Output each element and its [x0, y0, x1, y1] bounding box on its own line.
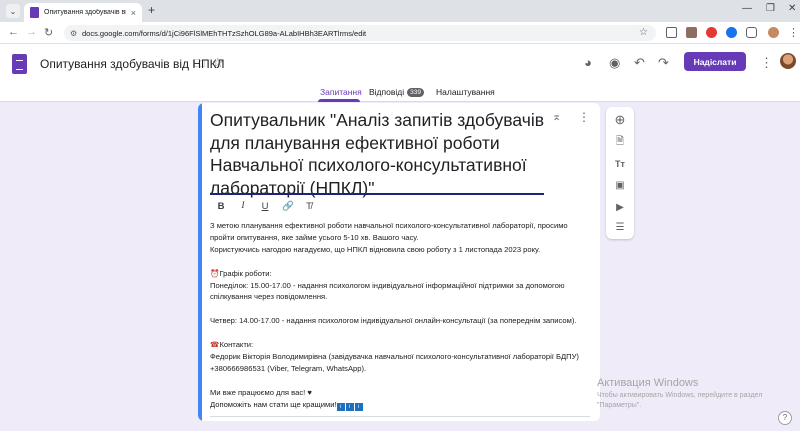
browser-tab[interactable]: Опитування здобувачів від Н ×	[24, 3, 142, 22]
extensions-puzzle-icon[interactable]	[746, 27, 757, 38]
form-tabs: Запитання Відповіді 339 Налаштування	[0, 86, 800, 102]
form-title-input[interactable]: Опитувальник "Аналіз запитів здобувачів …	[210, 109, 550, 199]
send-button[interactable]: Надіслати	[684, 52, 746, 71]
url-text: docs.google.com/forms/d/1jCi96FlSlMEhTHT…	[82, 28, 367, 38]
underline-button[interactable]: U	[260, 201, 270, 212]
minimize-button[interactable]: —	[742, 3, 752, 14]
maximize-button[interactable]: ❐	[766, 3, 775, 14]
info-emoji-icon: i	[345, 402, 354, 411]
import-questions-icon[interactable]: 🗎	[613, 135, 627, 149]
clear-formatting-icon[interactable]: T̸	[304, 201, 314, 212]
schedule-heading-line: ⏰Графік роботи:	[210, 268, 592, 280]
contacts-heading: Контакти:	[219, 340, 254, 350]
bookmark-star-icon[interactable]: ☆	[639, 27, 648, 38]
active-card-indicator	[198, 103, 202, 421]
pdf-extension-icon[interactable]	[706, 27, 717, 38]
forms-logo-icon[interactable]	[12, 54, 27, 74]
customize-theme-icon[interactable]: ◕	[584, 55, 592, 70]
translate-extension-icon[interactable]	[726, 27, 737, 38]
bold-button[interactable]: B	[216, 201, 226, 212]
add-section-icon[interactable]: ☰	[613, 221, 627, 235]
format-toolbar: B I U 🔗 T̸	[216, 199, 314, 213]
schedule-heading: Графік роботи:	[219, 268, 272, 278]
screenshot-extension-icon[interactable]	[666, 27, 677, 38]
windows-activation-subtitle: Чтобы активировать Windows, перейдите в …	[597, 392, 763, 409]
contact-phone: +380666986531 (Viber, Telegram, WhatsApp…	[210, 363, 367, 373]
avatar[interactable]	[780, 53, 796, 69]
italic-button[interactable]: I	[238, 201, 248, 211]
help-icon[interactable]: ?	[778, 411, 792, 425]
reload-icon[interactable]: ↻	[44, 26, 53, 39]
info-emoji-icon: i	[336, 402, 345, 411]
tab-responses-label: Відповіді	[369, 87, 405, 97]
forward-icon[interactable]: →	[26, 26, 37, 38]
forms-header: Опитування здобувачів від НПКЛ 🗀 ☆ ◕ ◉ ↶…	[0, 44, 800, 102]
contact-name: Федорик Вікторія Володимирівна (завідува…	[210, 351, 579, 361]
star-icon[interactable]: ☆	[212, 55, 224, 71]
forms-favicon-icon	[30, 7, 39, 18]
card-more-icon[interactable]: ⋮	[578, 110, 590, 124]
add-question-icon[interactable]: ⊕	[613, 113, 627, 127]
description-intro: З метою планування ефективної роботи нав…	[210, 221, 568, 242]
schedule-monday: Понеділок: 15.00-17.00 - надання психоло…	[210, 280, 565, 302]
tab-title: Опитування здобувачів від Н	[44, 9, 126, 16]
contacts-heading-line: ☎Контакти:	[210, 339, 592, 351]
form-title-card[interactable]: Опитувальник "Аналіз запитів здобувачів …	[198, 103, 600, 421]
collapse-icon[interactable]: ⌅	[552, 110, 561, 123]
tab-settings[interactable]: Налаштування	[436, 87, 495, 97]
description-reminder: Користуючись нагодою нагадуємо, що НПКЛ …	[210, 244, 541, 254]
back-icon[interactable]: ←	[8, 26, 19, 38]
move-to-folder-icon[interactable]: 🗀	[194, 55, 205, 74]
tab-responses[interactable]: Відповіді 339	[369, 87, 424, 97]
redo-icon[interactable]: ↷	[658, 55, 669, 71]
add-video-icon[interactable]: ▶	[613, 201, 627, 215]
extension-icon[interactable]	[686, 27, 697, 38]
description-underline	[210, 416, 590, 417]
address-bar[interactable]: ⚙ docs.google.com/forms/d/1jCi96FlSlMEhT…	[64, 25, 656, 41]
link-icon[interactable]: 🔗	[282, 201, 294, 212]
tab-search-icon[interactable]: ⌄	[6, 4, 20, 18]
active-tab-indicator	[318, 99, 360, 102]
undo-icon[interactable]: ↶	[634, 55, 645, 71]
address-bar-row: ← → ↻ ⚙ docs.google.com/forms/d/1jCi96Fl…	[0, 22, 800, 44]
info-emoji-icon: i	[354, 402, 363, 411]
tab-questions[interactable]: Запитання	[320, 87, 362, 97]
closing-line-2-wrap: Допоможіть нам стати ще кращими! i i i	[210, 399, 592, 411]
new-tab-button[interactable]: +	[148, 3, 155, 17]
form-description-input[interactable]: З метою планування ефективної роботи нав…	[210, 220, 592, 411]
closing-line-1: Ми вже працюємо для вас! ♥	[210, 387, 312, 397]
browser-tab-strip: ⌄ Опитування здобувачів від Н × + — ❐ ✕	[0, 0, 800, 22]
profile-avatar-icon[interactable]	[768, 27, 779, 38]
windows-activation-title: Активация Windows	[597, 377, 699, 389]
preview-eye-icon[interactable]: ◉	[609, 55, 620, 71]
closing-line-2: Допоможіть нам стати ще кращими!	[210, 399, 337, 409]
responses-count-badge: 339	[407, 88, 424, 97]
site-info-icon[interactable]: ⚙	[70, 29, 82, 38]
add-title-icon[interactable]: Tт	[613, 157, 627, 171]
close-window-button[interactable]: ✕	[788, 3, 796, 14]
floating-toolbar: ⊕ 🗎 Tт ▣ ▶ ☰	[606, 107, 634, 239]
tab-close-icon[interactable]: ×	[131, 8, 136, 18]
schedule-thursday: Четвер: 14.00-17.00 - надання психологом…	[210, 316, 577, 326]
add-image-icon[interactable]: ▣	[613, 179, 627, 193]
more-options-icon[interactable]: ⋮	[760, 55, 773, 71]
browser-menu-icon[interactable]: ⋮	[788, 26, 799, 39]
title-underline	[210, 193, 544, 195]
